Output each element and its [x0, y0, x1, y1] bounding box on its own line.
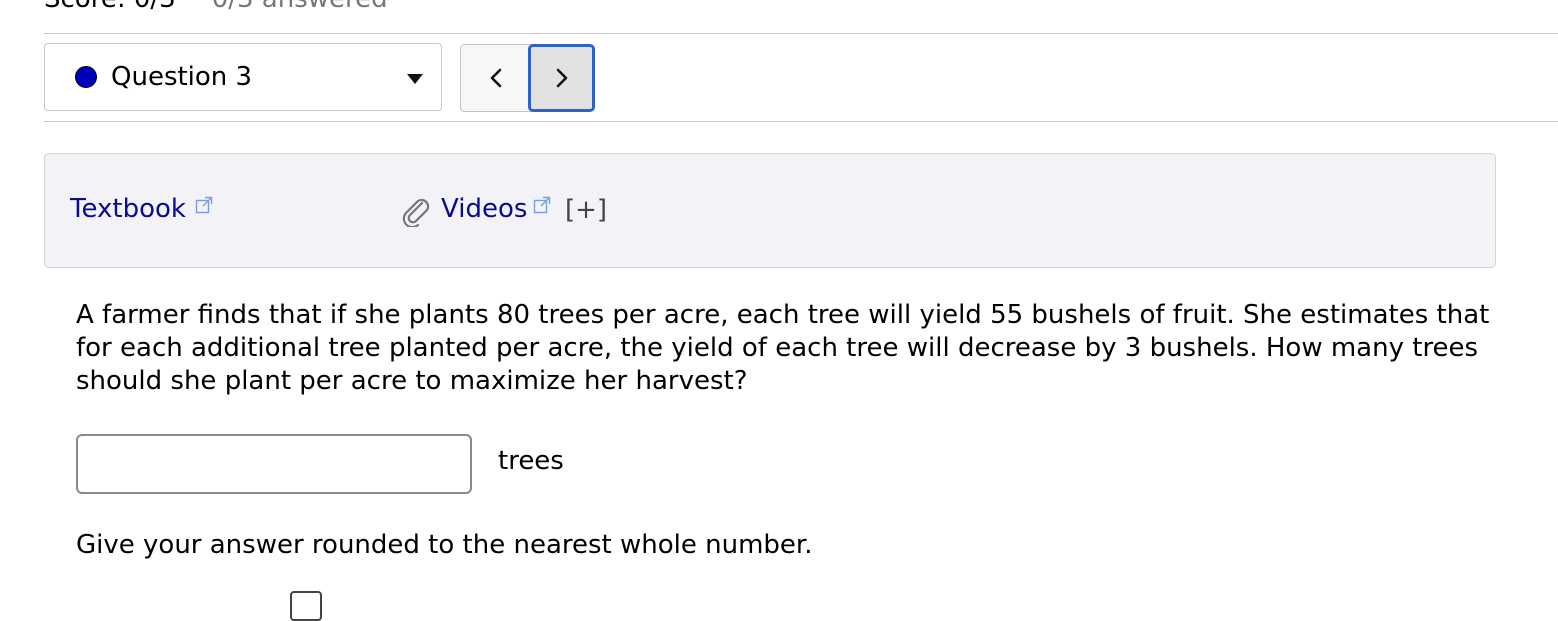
resources-panel: Textbook Videos [+] [44, 153, 1496, 268]
answer-input[interactable] [76, 434, 472, 494]
question-text: A farmer finds that if she plants 80 tre… [76, 300, 1490, 396]
next-question-button[interactable] [528, 44, 595, 112]
chevron-left-icon [490, 68, 502, 88]
nav-divider [44, 121, 1558, 122]
score-text: Score: 0/3 [44, 0, 176, 14]
question-selector[interactable]: Question 3 [44, 43, 442, 111]
score-line: Score: 0/3 0/3 answered [44, 0, 388, 14]
external-link-icon [533, 196, 551, 214]
previous-question-button[interactable] [460, 44, 532, 112]
question-selector-label: Question 3 [111, 62, 253, 92]
videos-link[interactable]: Videos [441, 194, 527, 224]
rounding-hint: Give your answer rounded to the nearest … [76, 530, 813, 560]
answered-count: 0/3 answered [212, 0, 388, 14]
expand-videos-button[interactable]: [+] [565, 195, 607, 225]
question-status-dot [75, 66, 97, 88]
answer-unit-label: trees [498, 446, 564, 476]
textbook-link[interactable]: Textbook [70, 194, 186, 224]
chevron-right-icon [556, 68, 567, 88]
caret-down-icon [407, 74, 423, 84]
top-divider [44, 33, 1558, 34]
external-link-icon [195, 196, 213, 214]
paperclip-icon [402, 198, 430, 227]
